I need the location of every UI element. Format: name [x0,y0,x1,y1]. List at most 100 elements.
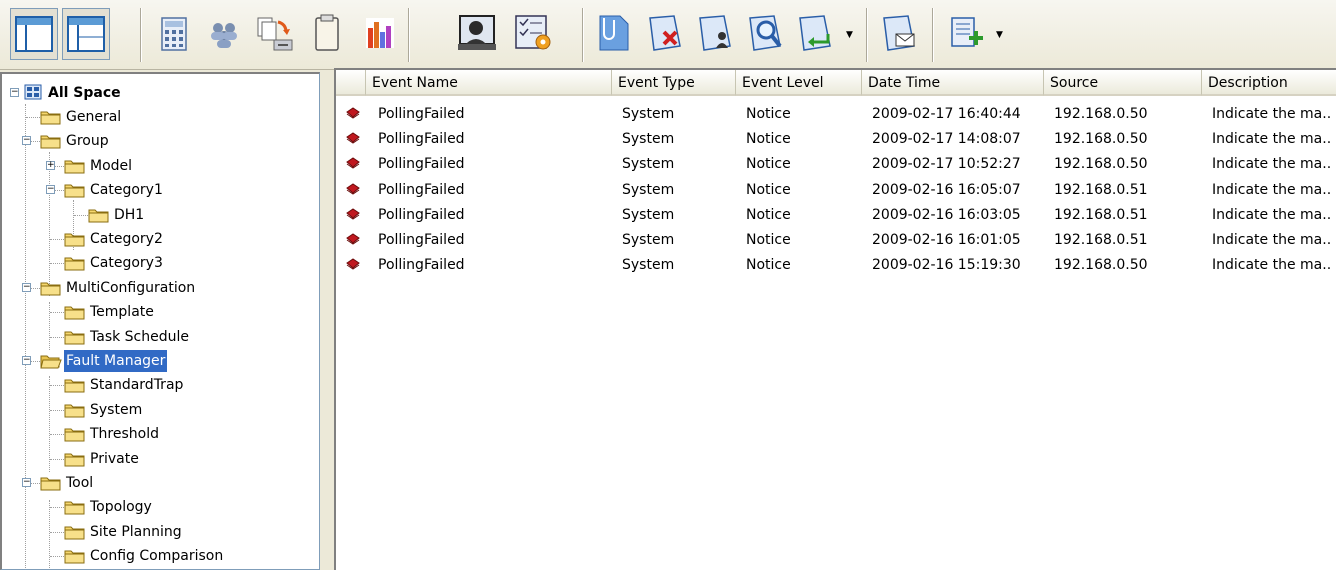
tree-node-template[interactable]: Template [4,301,314,323]
users-icon[interactable] [200,8,248,60]
tree-node-category3[interactable]: Category3 [4,252,314,274]
add-dropdown-arrow[interactable]: ▼ [996,30,1003,40]
collapse-icon[interactable]: − [46,185,55,195]
add-list-icon[interactable] [944,8,992,60]
computer-icon [24,84,42,100]
tree-node-topology[interactable]: Topology [4,496,314,518]
event-type-cell: System [622,257,675,274]
event-level-cell: Notice [746,257,791,274]
table-row[interactable]: PollingFailed System Notice 2009-02-16 16:0… [336,178,1336,202]
tree-view[interactable]: − All Space General − Group + Model − Category… [0,72,320,570]
window-layout-1-icon[interactable] [10,8,58,60]
toolbar-separator [866,8,868,62]
copy-to-device-icon[interactable] [250,8,298,60]
table-row[interactable]: PollingFailed System Notice 2009-02-16 16:0… [336,203,1336,227]
table-row[interactable]: PollingFailed System Notice 2009-02-16 15:1… [336,253,1336,277]
table-row[interactable]: PollingFailed System Notice 2009-02-17 14:0… [336,127,1336,151]
calculator-icon[interactable] [150,8,198,60]
tree-node-all-space[interactable]: − All Space [4,82,304,104]
date-time-cell: 2009-02-17 14:08:07 [872,131,1021,148]
column-header-source[interactable]: Source [1044,70,1202,96]
description-cell: Indicate the ma.. [1212,131,1332,148]
operator-icon[interactable] [454,8,502,60]
event-level-cell: Notice [746,206,791,223]
tree-node-model[interactable]: + Model [4,155,314,177]
event-list[interactable]: Event Name Event Type Event Level Date T… [334,68,1336,570]
column-header-event-level[interactable]: Event Level [736,70,862,96]
tree-node-dh1[interactable]: DH1 [4,204,314,226]
column-header-event-name[interactable]: Event Name [366,70,612,96]
collapse-icon[interactable]: − [22,282,31,292]
event-name-cell: PollingFailed [378,206,465,223]
event-type-cell: System [622,181,675,198]
table-row[interactable]: PollingFailed System Notice 2009-02-16 16:0… [336,228,1336,252]
tree-node-system[interactable]: System [4,399,314,421]
tree-node-label: Group [66,133,109,150]
mail-page-icon[interactable] [878,8,926,60]
event-book-icon [346,157,360,169]
column-header-date-time[interactable]: Date Time [862,70,1044,96]
date-time-cell: 2009-02-17 16:40:44 [872,106,1021,122]
window-layout-2-icon[interactable] [62,8,110,60]
folder-icon [64,184,85,198]
collapse-icon[interactable]: − [22,356,31,365]
collapse-icon[interactable]: − [22,478,31,487]
column-header-description[interactable]: Description [1202,70,1336,96]
search-page-icon[interactable] [744,8,792,60]
tree-node-category2[interactable]: Category2 [4,228,314,250]
delete-page-icon[interactable] [644,8,692,60]
toolbar-separator [932,8,934,62]
event-book-icon [346,107,360,119]
tree-node-multiconfiguration[interactable]: − MultiConfiguration [4,277,314,299]
table-row[interactable]: PollingFailed System Notice 2009-02-17 16:4… [336,102,1336,126]
tree-node-label: Category1 [90,182,163,199]
event-type-cell: System [622,232,675,248]
settings-checklist-icon[interactable] [510,8,558,60]
column-header-icon[interactable] [336,70,366,96]
description-cell: Indicate the ma.. [1212,206,1332,223]
collapse-icon[interactable]: − [10,88,19,97]
bar-chart-icon[interactable] [356,8,404,60]
event-name-cell: PollingFailed [378,156,465,173]
column-header-event-type[interactable]: Event Type [612,70,736,96]
event-name-cell: PollingFailed [378,106,465,122]
page-user-icon[interactable] [694,8,742,60]
collapse-icon[interactable]: − [22,136,31,146]
tree-node-general[interactable]: General [4,106,314,128]
tree-node-fault-manager[interactable]: − Fault Manager [4,350,314,372]
tree-node-label: Topology [90,499,152,516]
folder-icon [64,404,85,418]
tree-node-label: Category3 [90,255,163,272]
tree-node-label: StandardTrap [90,377,184,394]
event-type-cell: System [622,131,675,148]
attach-icon[interactable] [594,8,642,60]
table-row[interactable]: PollingFailed System Notice 2009-02-17 10:5… [336,152,1336,176]
tree-node-label: Site Planning [90,523,182,540]
tree-node-standardtrap[interactable]: StandardTrap [4,374,314,396]
export-dropdown-arrow[interactable]: ▼ [846,30,853,40]
event-book-icon [346,182,360,195]
date-time-cell: 2009-02-16 16:05:07 [872,181,1021,198]
clipboard-icon[interactable] [304,8,352,60]
tree-node-threshold[interactable]: Threshold [4,423,314,445]
tree-node-private[interactable]: Private [4,448,314,470]
event-level-cell: Notice [746,131,791,148]
source-cell: 192.168.0.50 [1054,156,1148,173]
event-level-cell: Notice [746,156,791,173]
tree-node-category1[interactable]: − Category1 [4,179,314,201]
tree-node-config-comparison[interactable]: Config Comparison [4,545,314,567]
tree-node-task-schedule[interactable]: Task Schedule [4,326,314,348]
tree-node-label: DH1 [114,206,145,223]
source-cell: 192.168.0.51 [1054,181,1148,198]
tree-node-label: Tool [66,475,94,491]
splitter[interactable] [320,72,334,570]
tree-node-tool[interactable]: − Tool [4,472,314,494]
event-name-cell: PollingFailed [378,257,465,274]
tree-node-label: Template [90,304,154,321]
tree-node-group[interactable]: − Group [4,130,314,152]
expand-icon[interactable]: + [46,160,55,170]
folder-icon [40,135,61,149]
tree-node-site-planning[interactable]: Site Planning [4,521,314,543]
tree-node-label: Model [90,157,133,174]
export-page-icon[interactable] [794,8,842,60]
